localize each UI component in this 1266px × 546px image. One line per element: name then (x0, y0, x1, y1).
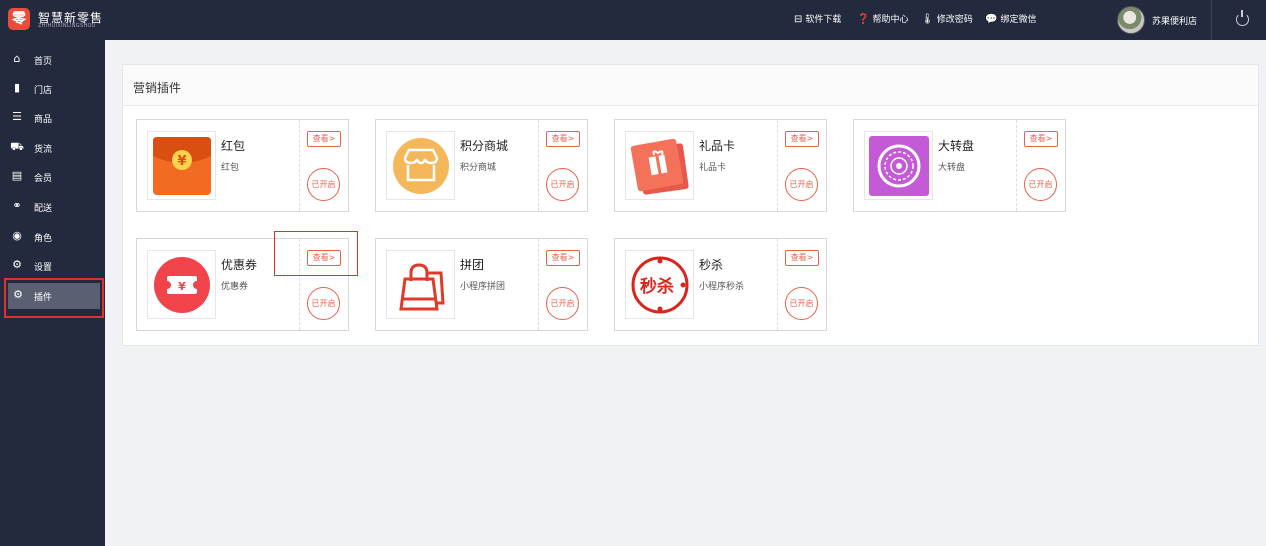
panel-header: 营销插件 (123, 65, 1258, 106)
home-icon: ⌂ (13, 52, 21, 65)
plugin-name: 拼团 (460, 258, 485, 272)
panel-title: 营销插件 (133, 81, 182, 95)
plugin-name: 大转盘 (938, 139, 975, 153)
wechat-icon: 💬 (985, 14, 998, 25)
sidebar-item-delivery[interactable]: ⚭ 配送 (0, 195, 105, 219)
bike-icon: ⚭ (12, 199, 22, 212)
flash-sale-icon: 秒杀 (625, 250, 694, 319)
view-button[interactable]: 查看> (785, 131, 819, 147)
view-button[interactable]: 查看> (1024, 131, 1058, 147)
enabled-status-badge[interactable]: 已开启 (785, 287, 818, 320)
help-center-link[interactable]: ❓ 帮助中心 (857, 12, 908, 25)
view-button[interactable]: 查看> (546, 250, 580, 266)
change-password-link[interactable]: 🌡 修改密码 (921, 12, 973, 25)
truck-icon: ⛟ (10, 140, 24, 153)
sidebar-highlight-box (4, 278, 104, 318)
sidebar-item-role[interactable]: ◉ 角色 (0, 225, 105, 249)
plugin-desc: 礼品卡 (699, 163, 727, 173)
app-subtitle: ZHIHUIXINLINGSHOU (38, 23, 96, 29)
download-icon: ⊟ (794, 14, 803, 25)
enabled-status-badge[interactable]: 已开启 (1024, 168, 1057, 201)
user-circle-icon: ◉ (12, 229, 22, 242)
view-button[interactable]: 查看> (785, 250, 819, 266)
plugin-card-group-buy: 拼团 小程序拼团 查看> 已开启 (375, 238, 588, 331)
enabled-status-badge[interactable]: 已开启 (307, 287, 340, 320)
help-icon: ❓ (857, 14, 870, 25)
plugin-desc: 小程序拼团 (460, 282, 506, 292)
coupon-icon: ¥ (147, 250, 216, 319)
top-bar: 零 智慧新零售 ZHIHUIXINLINGSHOU ⊟ 软件下载 ❓ 帮助中心 🌡 修… (0, 0, 1266, 40)
sidebar-item-store[interactable]: ▮ 门店 (0, 77, 105, 101)
card-divider (777, 239, 778, 330)
card-divider (538, 239, 539, 330)
plugin-name: 红包 (221, 139, 246, 153)
view-button[interactable]: 查看> (307, 131, 341, 147)
enabled-status-badge[interactable]: 已开启 (546, 287, 579, 320)
sidebar-item-logistics[interactable]: ⛟ 货流 (0, 136, 105, 160)
enabled-status-badge[interactable]: 已开启 (546, 168, 579, 201)
gift-card-icon (625, 131, 694, 200)
plugin-card-points-mall: 积分商城 积分商城 查看> 已开启 (375, 119, 588, 212)
store-icon: ▮ (13, 81, 21, 94)
software-download-link[interactable]: ⊟ 软件下载 (794, 12, 841, 25)
plugin-desc: 小程序秒杀 (699, 282, 745, 292)
thermometer-icon: 🌡 (921, 14, 934, 25)
plugin-name: 礼品卡 (699, 139, 736, 153)
plugin-desc: 积分商城 (460, 163, 497, 173)
svg-text:¥: ¥ (177, 154, 186, 169)
username[interactable]: 苏果便利店 (1152, 14, 1197, 27)
plugin-name: 积分商城 (460, 139, 509, 153)
card-divider (538, 120, 539, 211)
sidebar-item-home[interactable]: ⌂ 首页 (0, 48, 105, 72)
sidebar-item-settings[interactable]: ⚙ 设置 (0, 254, 105, 278)
logout-power-icon[interactable] (1236, 10, 1249, 26)
points-mall-icon (386, 131, 455, 200)
member-card-icon: ▤ (11, 169, 23, 182)
card-divider (299, 120, 300, 211)
card-divider (777, 120, 778, 211)
shopping-bag-icon (386, 250, 455, 319)
header-divider (1211, 0, 1212, 40)
plugin-card-big-wheel: 大转盘 大转盘 查看> 已开启 (853, 119, 1066, 212)
svg-text:¥: ¥ (178, 280, 186, 293)
sidebar-item-goods[interactable]: ☰ 商品 (0, 106, 105, 130)
bind-wechat-link[interactable]: 💬 绑定微信 (985, 12, 1036, 25)
avatar[interactable] (1117, 6, 1145, 34)
list-icon: ☰ (12, 110, 22, 123)
flash-sale-art-text: 秒杀 (640, 276, 674, 297)
enabled-status-badge[interactable]: 已开启 (307, 168, 340, 201)
red-envelope-icon: ¥ (147, 131, 216, 200)
view-button-highlight-box (274, 231, 358, 276)
plugin-desc: 红包 (221, 163, 240, 173)
plugin-desc: 大转盘 (938, 163, 966, 173)
gear-icon: ⚙ (12, 258, 22, 271)
plugin-desc: 优惠券 (221, 282, 249, 292)
sidebar-item-member[interactable]: ▤ 会员 (0, 165, 105, 189)
plugin-card-red-envelope: ¥ 红包 红包 查看> 已开启 (136, 119, 349, 212)
app-logo[interactable]: 零 (8, 8, 30, 30)
plugin-card-flash-sale: 秒杀 秒杀 小程序秒杀 查看> 已开启 (614, 238, 827, 331)
card-divider (1016, 120, 1017, 211)
view-button[interactable]: 查看> (546, 131, 580, 147)
enabled-status-badge[interactable]: 已开启 (785, 168, 818, 201)
plugin-card-gift-card: 礼品卡 礼品卡 查看> 已开启 (614, 119, 827, 212)
plugin-name: 优惠券 (221, 258, 258, 272)
plugin-name: 秒杀 (699, 258, 724, 272)
wheel-icon (864, 131, 933, 200)
